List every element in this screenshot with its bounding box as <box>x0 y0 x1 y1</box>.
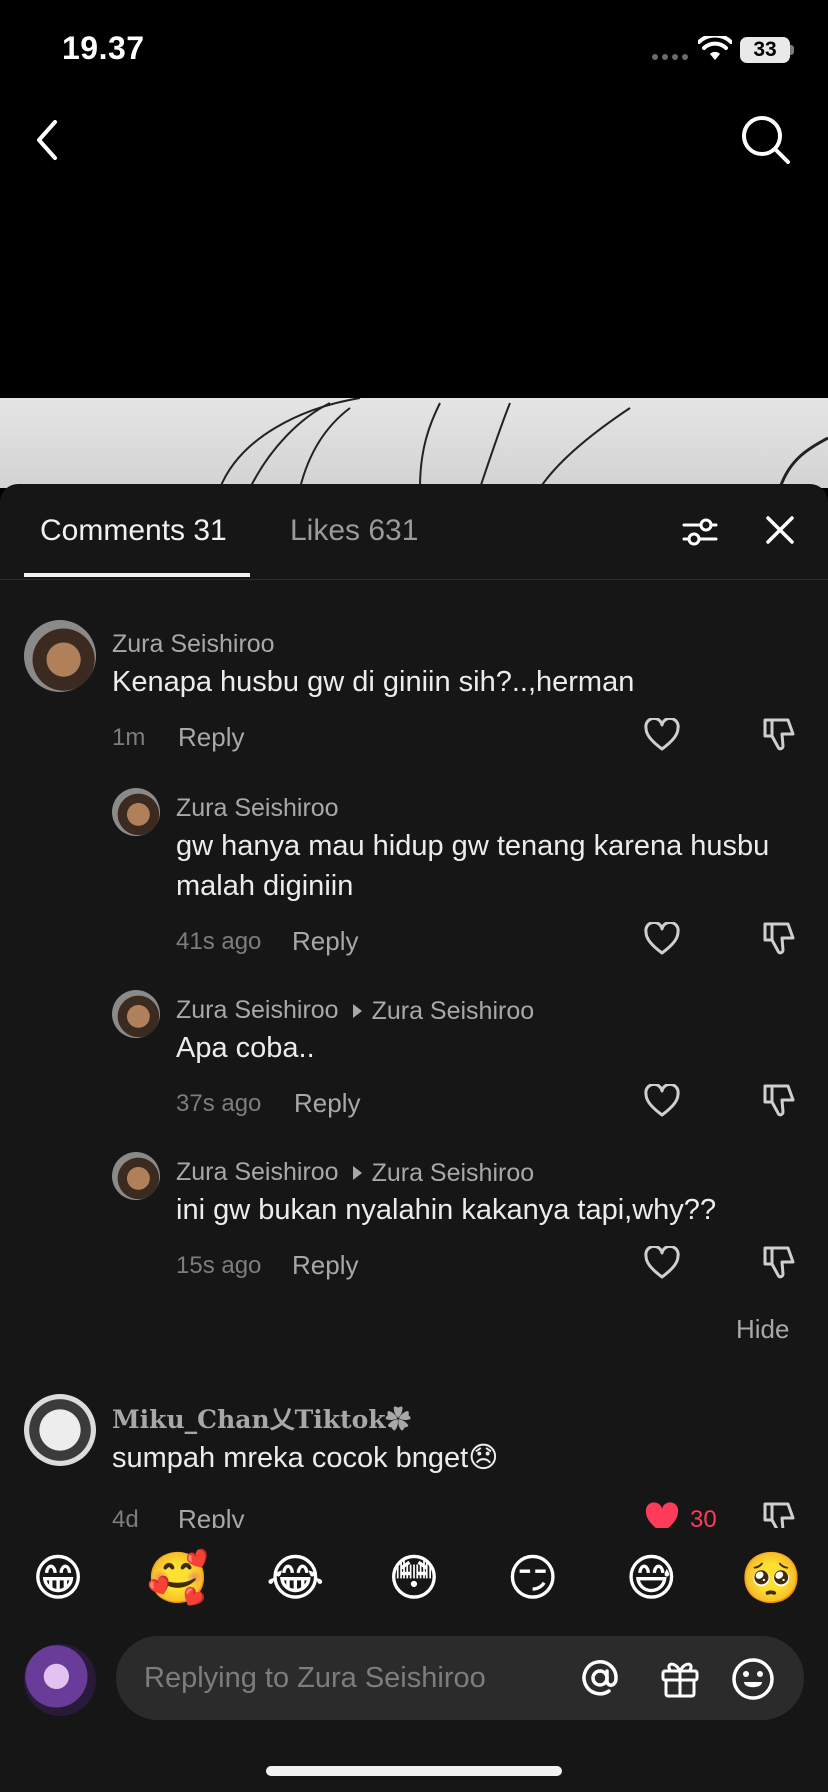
comment-time: 1m <box>112 724 146 751</box>
battery-icon: 33 <box>740 37 790 63</box>
comment-time: 15s ago <box>176 1252 262 1279</box>
reply-arrow-icon <box>352 1004 362 1018</box>
status-time: 19.37 <box>62 30 145 66</box>
reply-button[interactable]: Reply <box>294 1088 360 1119</box>
thumbs-down-icon[interactable] <box>762 920 796 956</box>
comment-username[interactable]: Zura Seishiroo <box>176 794 339 823</box>
reply-button[interactable]: Reply <box>292 1250 358 1281</box>
tab-comments[interactable]: Comments 31 <box>40 514 227 548</box>
reply-button[interactable]: Reply <box>178 722 244 753</box>
cellular-signal-icon <box>652 54 688 60</box>
close-icon[interactable] <box>762 512 798 548</box>
comment-composer <box>0 1628 828 1792</box>
reply-arrow-icon <box>352 1166 362 1180</box>
reply-item: Zura Seishiroo Zura Seishiroo Apa coba.. … <box>0 990 828 1130</box>
reply-target-username[interactable]: Zura Seishiroo <box>372 997 535 1026</box>
thumbs-down-icon[interactable] <box>762 1082 796 1118</box>
gift-icon[interactable] <box>658 1656 702 1700</box>
comment-item: Zura Seishiroo Kenapa husbu gw di giniin… <box>0 620 828 760</box>
comment-username-text[interactable]: Zura Seishiroo <box>176 996 339 1024</box>
avatar[interactable] <box>112 788 160 836</box>
home-indicator[interactable] <box>266 1766 562 1776</box>
comment-username[interactable]: Zura Seishiroo Zura Seishiroo <box>176 996 534 1026</box>
emoji-smirk-button[interactable]: 😏 <box>503 1548 563 1608</box>
smiley-icon[interactable] <box>730 1656 776 1702</box>
emoji-pleading-button[interactable]: 🥺 <box>740 1548 802 1608</box>
video-preview[interactable] <box>0 398 828 488</box>
comment-time: 41s ago <box>176 928 262 955</box>
comment-username[interactable]: Zura Seishiroo <box>112 630 275 659</box>
my-avatar <box>24 1644 96 1716</box>
reply-button[interactable]: Reply <box>292 926 358 957</box>
avatar[interactable] <box>112 990 160 1038</box>
avatar[interactable] <box>24 1394 96 1466</box>
comment-input[interactable] <box>144 1636 574 1720</box>
avatar[interactable] <box>24 620 96 692</box>
thumbs-down-icon[interactable] <box>762 716 796 752</box>
heart-filled-icon[interactable] <box>644 1502 680 1528</box>
heart-icon[interactable] <box>644 1084 680 1118</box>
chevron-left-icon <box>37 120 57 160</box>
status-bar: 19.37 33 <box>0 0 828 100</box>
comment-username-text[interactable]: Zura Seishiroo <box>176 1158 339 1186</box>
comment-text: Apa coba.. <box>176 1032 315 1064</box>
heart-icon[interactable] <box>644 718 680 752</box>
hide-replies-button[interactable]: Hide <box>736 1314 789 1345</box>
thumbs-down-icon[interactable] <box>762 1244 796 1280</box>
quick-emoji-bar: 😁 🥰 😂 😳 😏 😅 🥺 <box>0 1528 828 1628</box>
comment-username[interactable]: Miku_Chan乂𝐓𝐢𝐤𝐭𝐨𝐤✿ <box>112 1400 411 1436</box>
like-count: 30 <box>690 1506 717 1528</box>
active-tab-indicator <box>24 573 250 577</box>
emoji-hearts-button[interactable]: 🥰 <box>147 1548 209 1608</box>
emoji-flushed-button[interactable]: 😳 <box>384 1548 444 1608</box>
video-sketch <box>219 398 828 488</box>
sliders-icon[interactable] <box>680 512 720 552</box>
comment-text: ini gw bukan nyalahin kakanya tapi,why?? <box>176 1194 717 1226</box>
reply-target-username[interactable]: Zura Seishiroo <box>372 1159 535 1188</box>
tab-likes[interactable]: Likes 631 <box>290 514 418 548</box>
wifi-icon <box>698 36 732 60</box>
reply-item: Zura Seishiroo Zura Seishiroo ini gw buka… <box>0 1152 828 1292</box>
comment-text: Kenapa husbu gw di giniin sih?..,herman <box>112 666 635 698</box>
comment-item: Miku_Chan乂𝐓𝐢𝐤𝐭𝐨𝐤✿ sumpah mreka cocok bng… <box>0 1394 828 1528</box>
comment-time: 37s ago <box>176 1090 262 1117</box>
reply-item: Zura Seishiroo gw hanya mau hidup gw ten… <box>0 788 828 968</box>
comment-username[interactable]: Zura Seishiroo Zura Seishiroo <box>176 1158 534 1188</box>
at-icon[interactable] <box>578 1656 622 1700</box>
search-icon[interactable] <box>738 112 794 168</box>
emoji-tears-of-joy-button[interactable]: 😂 <box>265 1548 325 1608</box>
battery-tip <box>790 45 794 55</box>
emoji-grin-button[interactable]: 😁 <box>28 1548 88 1608</box>
thumbs-down-icon[interactable] <box>762 1500 796 1528</box>
emoji-sweat-smile-button[interactable]: 😅 <box>621 1548 681 1608</box>
reply-button[interactable]: Reply <box>178 1504 244 1528</box>
comment-time: 4d <box>112 1506 139 1528</box>
heart-icon[interactable] <box>644 922 680 956</box>
heart-icon[interactable] <box>644 1246 680 1280</box>
comment-text: sumpah mreka cocok bnget😞 <box>112 1442 499 1474</box>
comment-input-container[interactable] <box>116 1636 804 1720</box>
comment-tabs: Comments 31 Likes 631 <box>0 484 828 580</box>
avatar[interactable] <box>112 1152 160 1200</box>
back-button[interactable] <box>22 110 72 170</box>
comment-text: gw hanya mau hidup gw tenang karena husb… <box>176 830 770 902</box>
